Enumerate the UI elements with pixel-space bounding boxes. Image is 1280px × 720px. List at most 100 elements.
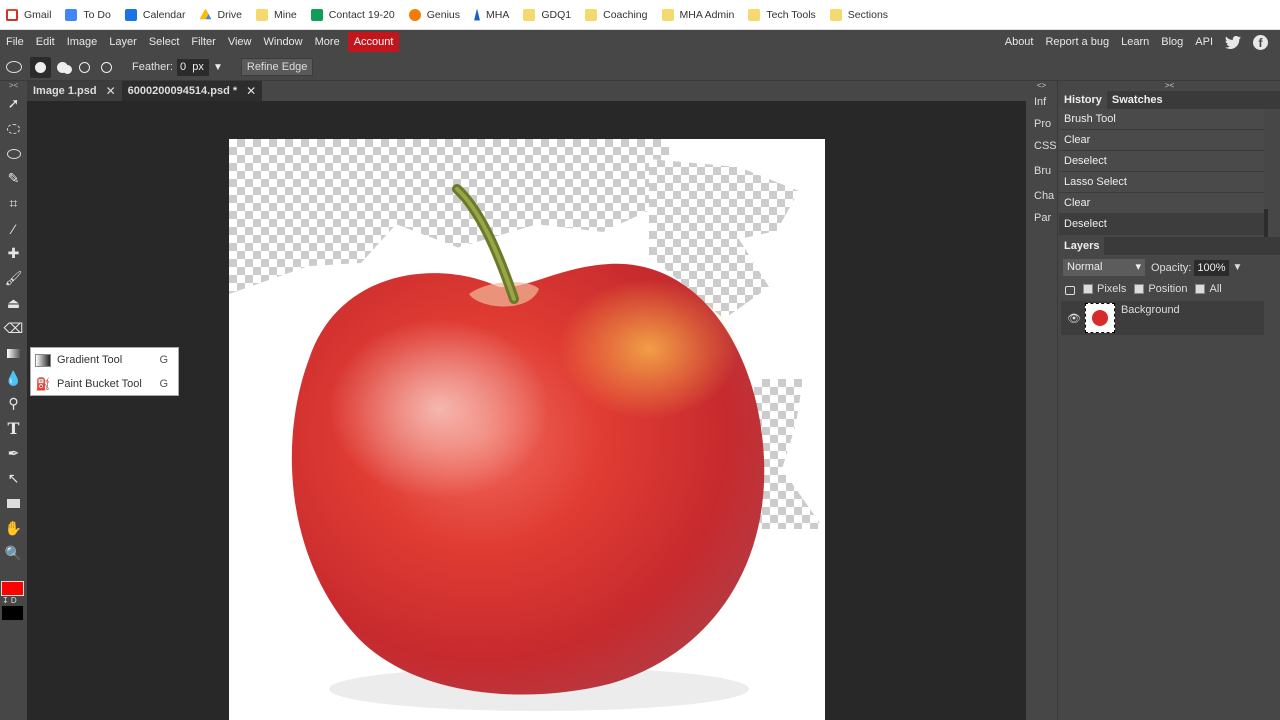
image-canvas[interactable] (229, 139, 825, 720)
menu-account[interactable]: Account (347, 32, 400, 52)
panel-properties[interactable]: Pro (1026, 113, 1057, 135)
menu-blog[interactable]: Blog (1155, 32, 1189, 52)
feather-input[interactable]: 0 px (176, 58, 209, 76)
history-item[interactable]: Brush Tool (1059, 109, 1264, 130)
shape-tool-icon[interactable] (0, 491, 27, 516)
bookmark-gmail[interactable]: Gmail (6, 8, 51, 21)
bookmark-todo[interactable]: To Do (65, 8, 111, 21)
dodge-tool-icon[interactable]: ⚲ (0, 391, 27, 416)
circle-subtract-icon (79, 61, 90, 73)
lock-pixels-checkbox[interactable] (1083, 283, 1093, 294)
tab-apple-psd[interactable]: 6000200094514.psd * ✕ (121, 81, 263, 101)
bookmark-gdq1[interactable]: GDQ1 (523, 8, 571, 21)
bookmark-mine[interactable]: Mine (256, 8, 297, 21)
bookmark-contact[interactable]: Contact 19-20 (310, 8, 395, 21)
bookmark-mha-admin[interactable]: MHA Admin (661, 8, 734, 21)
foreground-color-swatch[interactable] (1, 581, 24, 596)
collapsed-panels: <> Inf Pro CSS Bru Cha Par (1026, 81, 1058, 720)
flyout-gradient-tool[interactable]: Gradient Tool G (31, 348, 178, 372)
zoom-tool-icon[interactable]: 🔍 (0, 541, 27, 566)
gradient-tool-icon[interactable] (0, 341, 27, 366)
bookmark-sections[interactable]: Sections (829, 8, 888, 21)
bookmark-drive[interactable]: Drive (199, 8, 242, 21)
selection-new-button[interactable] (30, 56, 51, 78)
brush-tool-icon[interactable]: 🖌 (0, 266, 27, 291)
opacity-dropdown-icon[interactable]: ▼ (1233, 262, 1243, 273)
menu-api[interactable]: API (1189, 32, 1219, 52)
menu-more[interactable]: More (309, 32, 346, 52)
bookmark-tech-tools[interactable]: Tech Tools (748, 8, 816, 21)
lock-position-checkbox[interactable] (1134, 283, 1145, 294)
lock-all-checkbox[interactable] (1195, 283, 1206, 294)
path-select-tool-icon[interactable]: ↖ (0, 466, 27, 491)
menu-window[interactable]: Window (258, 32, 309, 52)
menu-image[interactable]: Image (61, 32, 104, 52)
tab-history[interactable]: History (1059, 91, 1107, 109)
panel-brush[interactable]: Bru (1026, 160, 1057, 182)
history-item[interactable]: Lasso Select (1059, 172, 1264, 193)
eraser-tool-icon[interactable]: ⌫ (0, 316, 27, 341)
eye-icon[interactable]: 👁 (1067, 312, 1081, 325)
history-item[interactable]: Deselect (1059, 214, 1264, 235)
history-scrollbar[interactable] (1264, 209, 1268, 237)
menu-select[interactable]: Select (143, 32, 186, 52)
tab-layers[interactable]: Layers (1059, 237, 1105, 255)
close-icon[interactable]: ✕ (106, 84, 116, 98)
type-tool-icon[interactable]: T (0, 416, 27, 441)
quick-select-tool-icon[interactable]: ✎ (0, 166, 27, 191)
marquee-tool-icon[interactable] (0, 116, 27, 141)
menu-learn[interactable]: Learn (1115, 32, 1155, 52)
panel-character[interactable]: Cha (1026, 185, 1057, 207)
tab-image-1[interactable]: Image 1.psd ✕ (27, 81, 122, 101)
selection-intersect-button[interactable] (96, 57, 117, 78)
move-tool-icon[interactable]: ➚ (0, 91, 27, 116)
menu-edit[interactable]: Edit (30, 32, 61, 52)
close-icon[interactable]: ✕ (246, 84, 256, 98)
history-item[interactable]: Clear (1059, 130, 1264, 151)
refine-edge-button[interactable]: Refine Edge (240, 58, 314, 76)
background-color-swatch[interactable] (1, 605, 24, 621)
feather-dropdown-icon[interactable]: ▼ (213, 62, 223, 73)
circle-add-icon (57, 61, 68, 73)
right-panel-toggle[interactable]: >< (1059, 81, 1280, 91)
flyout-paint-bucket-tool[interactable]: ⛽ Paint Bucket Tool G (31, 372, 178, 396)
bookmark-mha[interactable]: MHA (474, 8, 509, 21)
blur-tool-icon[interactable]: 💧 (0, 366, 27, 391)
bookmark-genius[interactable]: Genius (408, 8, 460, 21)
folder-icon (748, 8, 761, 21)
opacity-label: Opacity: (1151, 261, 1192, 274)
history-item[interactable]: Clear (1059, 193, 1264, 214)
lasso-tool-icon[interactable] (0, 141, 27, 166)
facebook-icon[interactable]: f (1253, 34, 1268, 50)
selection-subtract-button[interactable] (74, 57, 95, 78)
panel-paragraph[interactable]: Par (1026, 207, 1057, 229)
swap-default-colors[interactable]: ↧ D (2, 596, 17, 605)
bookmark-coaching[interactable]: Coaching (585, 8, 648, 21)
layer-row[interactable]: 👁 Background (1061, 301, 1264, 335)
menu-view[interactable]: View (222, 32, 258, 52)
bookmarks-bar: Gmail To Do Calendar Drive Mine Contact … (0, 0, 1280, 30)
selection-add-button[interactable] (52, 57, 73, 78)
pen-tool-icon[interactable]: ✒ (0, 441, 27, 466)
circle-intersect-icon (101, 61, 112, 73)
blend-mode-select[interactable]: Normal (1063, 259, 1145, 276)
hand-tool-icon[interactable]: ✋ (0, 516, 27, 541)
menu-file[interactable]: File (0, 32, 30, 52)
menu-filter[interactable]: Filter (185, 32, 221, 52)
mini-panel-toggle[interactable]: <> (1026, 81, 1057, 91)
menu-report-bug[interactable]: Report a bug (1039, 32, 1115, 52)
bookmark-calendar[interactable]: Calendar (124, 8, 185, 21)
toolbar-collapse-toggle[interactable]: >< (0, 81, 27, 91)
twitter-icon[interactable] (1225, 35, 1241, 49)
menu-layer[interactable]: Layer (103, 32, 143, 52)
history-item[interactable]: Deselect (1059, 151, 1264, 172)
crop-tool-icon[interactable]: ⌗ (0, 191, 27, 216)
menu-about[interactable]: About (999, 32, 1040, 52)
opacity-input[interactable]: 100% (1194, 259, 1229, 276)
eyedropper-tool-icon[interactable]: ⁄ (0, 216, 27, 241)
panel-css[interactable]: CSS (1026, 135, 1057, 157)
stamp-tool-icon[interactable]: ⏏ (0, 291, 27, 316)
tab-swatches[interactable]: Swatches (1107, 91, 1168, 109)
healing-brush-tool-icon[interactable]: ✚ (0, 241, 27, 266)
panel-info[interactable]: Inf (1026, 91, 1057, 113)
